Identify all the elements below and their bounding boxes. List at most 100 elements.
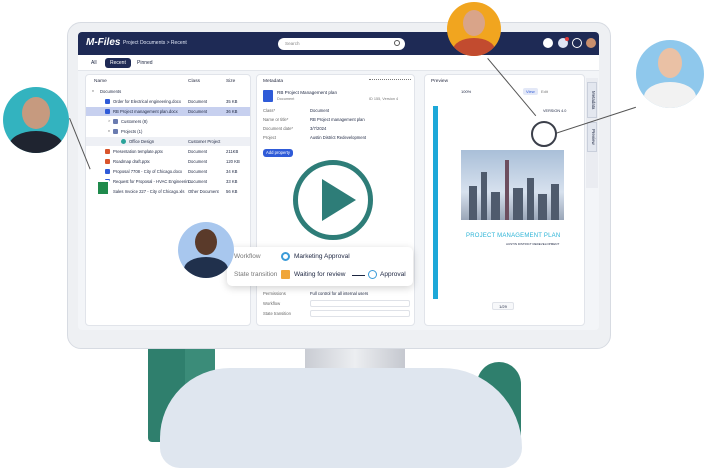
item-class: Document [188,169,208,174]
item-size: 35 KB [226,99,238,104]
column-class[interactable]: Class [188,79,200,84]
arrow-right-icon [352,275,365,276]
excel-badge-icon [96,180,110,196]
item-name: Order for Electrical engineering.docx [113,99,181,104]
permissions-value[interactable]: Full control for all internal users [310,291,368,296]
workflow-value[interactable]: Marketing Approval [294,253,350,260]
side-panel: Metadata Preview [586,78,598,188]
field-label: Name or title* [263,117,289,122]
item-class: Document [188,149,208,154]
doc-heading: PROJECT MANAGEMENT PLAN [466,233,561,239]
person-avatar-man-top [447,2,501,56]
toolbar-icons [369,79,411,85]
workflow-card: Workflow Marketing Approval State transi… [227,247,413,286]
document-list-panel: Name Class Size v Documents Order for Ele… [85,74,251,326]
folder-icon [113,129,118,134]
state-from[interactable]: Waiting for review [294,271,345,278]
doc-name: RB Project Management plan [277,90,338,95]
person-avatar-woman-left [3,87,69,153]
play-icon [322,179,356,221]
workflow-label: Workflow [234,253,261,260]
item-size: 211KB [226,149,239,154]
zoom-select[interactable]: 100% [461,89,471,94]
state-label: State transition [234,271,278,278]
item-name: RB Project management plan.docx [113,109,178,114]
list-item[interactable]: Office Design Customer Project [86,137,250,146]
view-tabs: All Recent Pinned [78,55,599,71]
view-mode-button[interactable]: View [523,88,538,95]
skyline-image [461,150,564,220]
help-icon[interactable] [572,38,582,48]
notification-badge [565,37,569,41]
field-label: Project [263,135,277,140]
refresh-icon [281,252,290,261]
list-item[interactable]: Presentation template.pptx Document 211KB [86,147,250,156]
workflow-field[interactable] [310,300,410,307]
tab-all[interactable]: All [86,58,102,68]
field-value[interactable]: RB Project management plan [310,117,365,122]
chevron-down-icon: v [92,88,94,93]
breadcrumb: Project Documents > Recent [123,40,187,46]
state-to[interactable]: Approval [380,271,406,278]
list-item[interactable]: Request for Proposal - HVAC Engineerin..… [86,177,250,186]
column-size[interactable]: Size [226,79,235,84]
doc-version: VERSION 4.0 [543,109,567,113]
column-name[interactable]: Name [94,79,107,84]
edit-mode-button[interactable]: Edit [541,89,548,94]
tab-metadata[interactable]: Metadata [587,82,597,118]
tab-pinned[interactable]: Pinned [132,58,158,68]
field-value[interactable]: Austin District Redevelopment [310,135,366,140]
metadata-title: Metadata [263,79,284,84]
list-item[interactable]: Proposal 7708 - City of Chicago.docx Docu… [86,167,250,176]
group-label: Documents [100,89,122,94]
item-name: Sales Invoice 227 - City of Chicago.xls [113,189,185,194]
add-property-button[interactable]: Add property [263,149,293,157]
field-label: Permissions [263,291,286,296]
cyan-accent-bar [433,106,438,299]
powerpoint-file-icon [105,159,110,164]
item-name: Projects (1) [121,129,143,134]
list-item[interactable]: v Projects (1) [86,127,250,136]
person-avatar-woman-right [636,40,704,108]
calendar-icon [281,270,290,279]
item-size: 33 KB [226,179,238,184]
list-item[interactable]: Roadmap draft.pptx Document 120 KB [86,157,250,166]
word-file-icon [105,99,110,104]
item-size: 120 KB [226,159,240,164]
page-indicator: 1/29 [492,302,514,310]
field-label: Document date* [263,126,294,131]
item-name: Proposal 7708 - City of Chicago.docx [113,169,183,174]
doc-subheading: AUSTIN DISTRICT REDEVELOPMENT [506,242,560,246]
tab-recent[interactable]: Recent [105,58,131,68]
item-name: Roadmap draft.pptx [113,159,150,164]
item-size: 56 KB [226,189,238,194]
mfiles-logo: M-Files [86,37,121,48]
chevron-down-icon: v [108,128,110,133]
field-label: State transition [263,311,291,316]
field-value[interactable]: Document [310,108,329,113]
state-transition-field[interactable] [310,310,410,317]
list-item[interactable]: Sales Invoice 227 - City of Chicago.xls O… [86,187,250,196]
item-name: Customers (8) [121,119,148,124]
item-size: 34 KB [226,169,238,174]
user-avatar[interactable] [586,38,596,48]
list-item-selected[interactable]: RB Project management plan.docx Document 3… [86,107,250,116]
search-icon [394,40,400,46]
word-doc-icon [263,90,273,102]
list-item[interactable]: Order for Electrical engineering.docx Doc… [86,97,250,106]
search-placeholder: Search [285,41,300,46]
item-class: Other Document [188,189,219,194]
promo-illustration: M-Files Project Documents > Recent Searc… [0,0,709,473]
tab-preview[interactable]: Preview [587,122,597,152]
item-size: 36 KB [226,109,238,114]
play-video-button[interactable] [293,160,373,240]
group-documents[interactable]: v Documents [86,87,250,96]
field-value[interactable]: 3/7/2024 [310,126,326,131]
item-class: Customer Project [188,139,221,144]
add-icon[interactable] [543,38,553,48]
share-users-icon [531,121,557,147]
list-item[interactable]: > Customers (8) [86,117,250,126]
doc-type: Document [277,97,295,101]
folder-icon [113,119,118,124]
search-input[interactable]: Search [278,38,405,50]
